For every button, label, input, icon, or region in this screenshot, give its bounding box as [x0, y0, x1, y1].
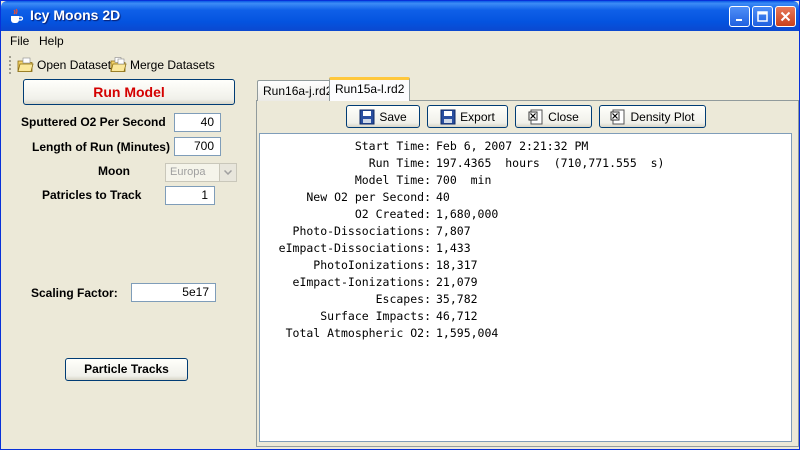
result-row: Model Time: 700 min [260, 173, 793, 190]
floppy-disk-icon [440, 109, 456, 124]
result-value: 1,680,000 [436, 207, 499, 221]
result-key: PhotoIonizations: [313, 258, 431, 272]
menu-file[interactable]: File [10, 34, 29, 48]
result-key: Escapes: [375, 292, 431, 306]
minimize-icon [735, 18, 742, 21]
tab-run15a[interactable]: Run15a-l.rd2 [329, 77, 411, 101]
window-title: Icy Moons 2D [30, 7, 121, 23]
result-value: 197.4365 hours (710,771.555 s) [436, 156, 665, 170]
result-value: 46,712 [436, 309, 478, 323]
moon-select-arrow [219, 164, 236, 181]
close-button[interactable]: Close [515, 105, 592, 128]
result-key: Start Time: [354, 139, 431, 153]
java-cup-icon [11, 8, 24, 23]
result-value: 1,433 [436, 241, 471, 255]
density-plot-icon [610, 109, 625, 124]
close-icon [780, 11, 791, 22]
sputtered-label: Sputtered O2 Per Second [21, 115, 166, 129]
moon-select: Europa [165, 163, 237, 182]
particle-tracks-button[interactable]: Particle Tracks [65, 358, 188, 381]
moon-select-value: Europa [170, 166, 206, 178]
close-window-button[interactable] [775, 6, 796, 27]
tab-run16a[interactable]: Run16a-j.rd2 [257, 80, 339, 101]
result-value: 40 [436, 190, 450, 204]
close-document-icon [528, 109, 543, 124]
save-button[interactable]: Save [346, 105, 420, 128]
open-dataset-button[interactable]: Open Dataset [17, 55, 111, 75]
chevron-down-icon [224, 170, 232, 175]
menu-bar: File Help [1, 31, 799, 50]
result-value: 700 min [436, 173, 492, 187]
export-label: Export [460, 109, 495, 124]
density-plot-label: Density Plot [630, 109, 695, 124]
open-folder-icon [17, 57, 34, 72]
toolbar: Open Dataset Merge Datasets [1, 52, 799, 78]
result-key: Photo-Dissociations: [292, 224, 431, 238]
minimize-button[interactable] [729, 6, 750, 27]
result-key: Run Time: [368, 156, 431, 170]
result-row: New O2 per Second: 40 [260, 190, 793, 207]
result-key: Model Time: [354, 173, 431, 187]
floppy-disk-icon [359, 109, 375, 124]
particles-label: Patricles to Track [42, 188, 142, 202]
length-input[interactable]: 700 [174, 137, 221, 156]
scaling-label: Scaling Factor: [31, 286, 118, 300]
merge-folder-icon [110, 57, 127, 72]
moon-label: Moon [98, 164, 130, 178]
sputtered-input[interactable]: 40 [174, 113, 221, 132]
result-row: PhotoIonizations: 18,317 [260, 258, 793, 275]
merge-datasets-button[interactable]: Merge Datasets [110, 55, 215, 75]
scaling-input[interactable]: 5e17 [131, 283, 216, 302]
merge-datasets-label: Merge Datasets [130, 58, 215, 72]
save-label: Save [379, 109, 407, 124]
result-row: Start Time: Feb 6, 2007 2:21:32 PM [260, 139, 793, 156]
result-value: Feb 6, 2007 2:21:32 PM [436, 139, 589, 153]
result-row: Photo-Dissociations: 7,807 [260, 224, 793, 241]
open-dataset-label: Open Dataset [37, 58, 112, 72]
result-value: 21,079 [436, 275, 478, 289]
result-row: O2 Created: 1,680,000 [260, 207, 793, 224]
result-key: eImpact-Ionizations: [292, 275, 431, 289]
results-text-area[interactable]: Start Time: Feb 6, 2007 2:21:32 PM Run Tim… [259, 133, 792, 442]
result-row: Run Time: 197.4365 hours (710,771.555 s) [260, 156, 793, 173]
length-label: Length of Run (Minutes) [32, 140, 170, 154]
toolbar-grip[interactable] [9, 56, 12, 74]
maximize-button[interactable] [752, 6, 773, 27]
result-key: Total Atmospheric O2: [285, 326, 431, 340]
result-value: 18,317 [436, 258, 478, 272]
result-value: 35,782 [436, 292, 478, 306]
result-value: 1,595,004 [436, 326, 499, 340]
result-key: Surface Impacts: [320, 309, 431, 323]
result-row: eImpact-Ionizations: 21,079 [260, 275, 793, 292]
close-label: Close [548, 109, 579, 124]
result-key: eImpact-Dissociations: [278, 241, 431, 255]
run-model-button[interactable]: Run Model [23, 79, 235, 105]
result-row: Escapes: 35,782 [260, 292, 793, 309]
result-key: O2 Created: [354, 207, 431, 221]
particles-input[interactable]: 1 [165, 186, 215, 205]
export-button[interactable]: Export [427, 105, 508, 128]
result-key: New O2 per Second: [306, 190, 431, 204]
density-plot-button[interactable]: Density Plot [599, 105, 706, 128]
maximize-icon [757, 11, 768, 22]
result-value: 7,807 [436, 224, 471, 238]
menu-help[interactable]: Help [39, 34, 64, 48]
result-row: Surface Impacts: 46,712 [260, 309, 793, 326]
result-row: Total Atmospheric O2: 1,595,004 [260, 326, 793, 343]
result-row: eImpact-Dissociations: 1,433 [260, 241, 793, 258]
title-bar[interactable]: Icy Moons 2D [1, 1, 799, 31]
app-window: Icy Moons 2D File Help Open Dataset Merg… [0, 0, 800, 450]
